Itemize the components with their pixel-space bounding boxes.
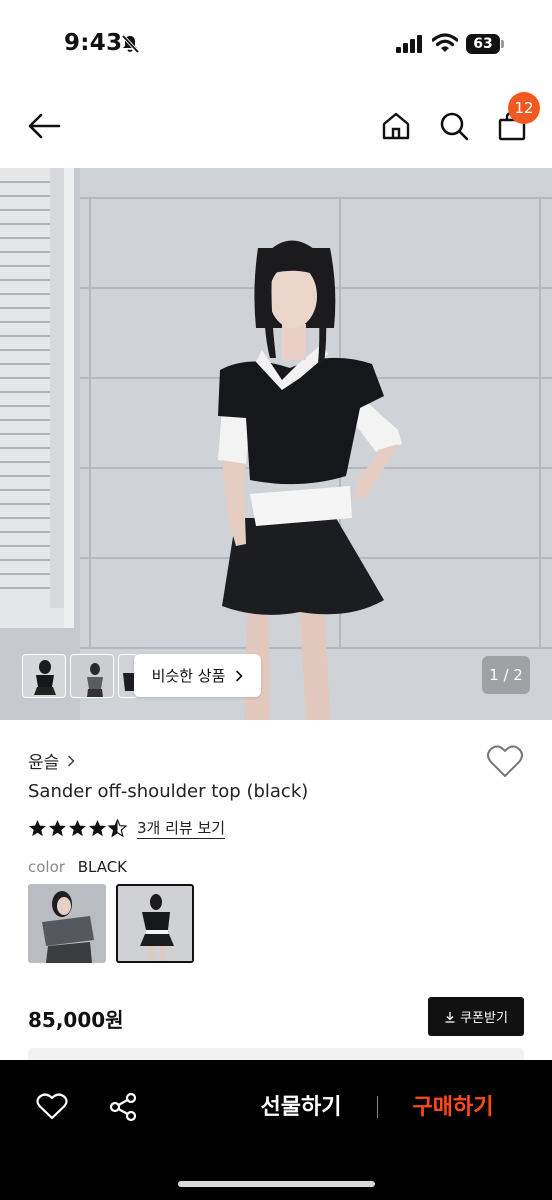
brand-link[interactable]: 윤슬 bbox=[28, 748, 75, 773]
search-button[interactable] bbox=[434, 106, 474, 146]
status-bar: 9:43 63 bbox=[0, 0, 552, 90]
wifi-icon bbox=[432, 33, 458, 52]
image-page-indicator: 1 / 2 bbox=[482, 656, 530, 694]
product-image[interactable]: 비슷한 상품 1 / 2 bbox=[0, 168, 552, 720]
buy-button[interactable]: 구매하기 bbox=[396, 1090, 510, 1126]
color-value: BLACK bbox=[77, 858, 128, 876]
star-rating bbox=[28, 819, 127, 838]
search-icon bbox=[440, 112, 469, 141]
gift-button[interactable]: 선물하기 bbox=[244, 1090, 358, 1126]
back-button[interactable] bbox=[24, 106, 64, 146]
similar-products-button[interactable]: 비슷한 상품 bbox=[134, 654, 261, 697]
brand-name: 윤슬 bbox=[28, 753, 60, 773]
swatch-photo bbox=[28, 884, 106, 963]
info-section-edge bbox=[28, 1048, 524, 1060]
product-title: Sander off-shoulder top (black) bbox=[28, 781, 309, 802]
color-option-label: color BLACK bbox=[28, 858, 127, 876]
cart-count-badge: 12 bbox=[508, 92, 540, 124]
download-icon bbox=[445, 1011, 455, 1023]
color-swatch-gray[interactable] bbox=[28, 884, 106, 963]
view-reviews-link[interactable]: 3개 리뷰 보기 bbox=[137, 818, 226, 839]
get-coupon-button[interactable]: 쿠폰받기 bbox=[428, 997, 524, 1036]
share-icon bbox=[109, 1092, 137, 1122]
thumbnail-image[interactable] bbox=[70, 654, 114, 698]
product-price: 85,000원 bbox=[28, 1008, 124, 1032]
thumbnail-photo bbox=[71, 655, 113, 697]
chevron-right-icon bbox=[68, 754, 75, 767]
star-full-icon bbox=[48, 819, 67, 837]
share-button[interactable] bbox=[106, 1090, 140, 1124]
coupon-label: 쿠폰받기 bbox=[460, 1011, 508, 1026]
top-navigation bbox=[0, 90, 552, 168]
star-full-icon bbox=[88, 819, 107, 837]
swatch-photo bbox=[118, 886, 192, 961]
home-indicator[interactable] bbox=[178, 1181, 375, 1187]
home-icon bbox=[382, 112, 410, 140]
home-button[interactable] bbox=[376, 106, 416, 146]
button-divider bbox=[377, 1096, 378, 1118]
similar-products-label: 비슷한 상품 bbox=[151, 667, 226, 685]
star-full-icon bbox=[28, 819, 47, 837]
model-photo bbox=[0, 168, 552, 720]
thumbnail-image[interactable] bbox=[22, 654, 66, 698]
thumbnail-photo bbox=[23, 655, 65, 697]
wishlist-button[interactable] bbox=[35, 1090, 69, 1124]
status-time: 9:43 bbox=[64, 30, 123, 56]
bottom-action-bar: 선물하기 구매하기 bbox=[0, 1060, 552, 1200]
arrow-left-icon bbox=[28, 113, 61, 139]
star-half-icon bbox=[108, 819, 127, 838]
image-thumbnail-strip bbox=[22, 654, 138, 698]
cellular-signal-icon bbox=[396, 35, 422, 53]
battery-indicator: 63 bbox=[466, 34, 504, 54]
bell-muted-icon bbox=[121, 34, 140, 54]
heart-icon bbox=[36, 1093, 68, 1120]
color-swatch-black-selected[interactable] bbox=[116, 884, 194, 963]
star-full-icon bbox=[68, 819, 87, 837]
color-key: color bbox=[28, 858, 65, 876]
chevron-right-icon bbox=[236, 669, 244, 682]
battery-level: 63 bbox=[466, 34, 500, 54]
battery-tip bbox=[501, 40, 504, 48]
rating-row: 3개 리뷰 보기 bbox=[28, 818, 226, 839]
wishlist-heart-icon[interactable] bbox=[486, 744, 524, 780]
